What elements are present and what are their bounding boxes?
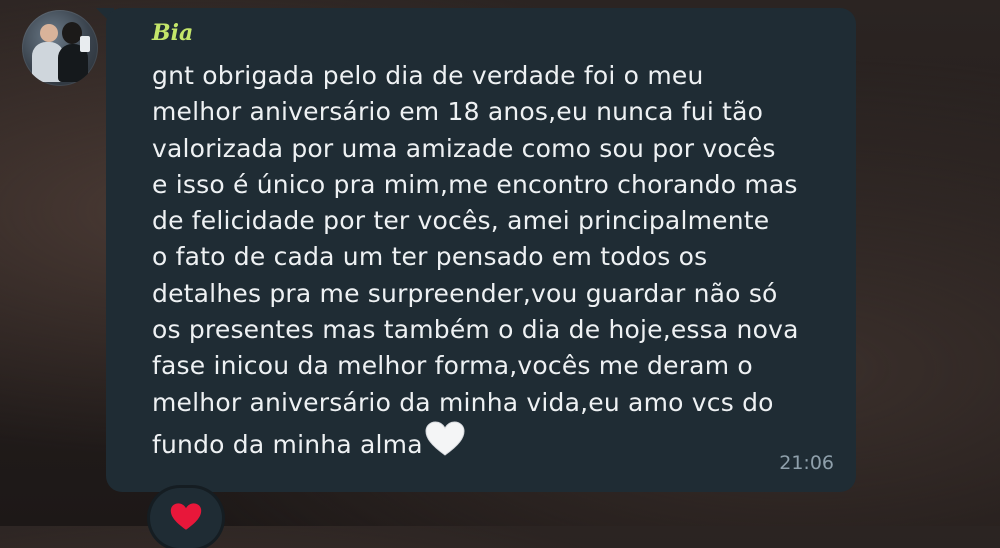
- message-line: detalhes pra me surpreender,vou guardar …: [152, 278, 778, 308]
- message-text[interactable]: gnt obrigada pelo dia de verdade foi o m…: [152, 58, 832, 467]
- message-line: o fato de cada um ter pensado em todos o…: [152, 242, 708, 272]
- sender-name[interactable]: Bia: [152, 20, 193, 46]
- message-line: melhor aniversário da minha vida,eu amo …: [152, 387, 774, 417]
- white-heart-icon: [425, 421, 465, 467]
- message-line: os presentes mas também o dia de hoje,es…: [152, 315, 799, 345]
- message-line: e isso é único pra mim,me encontro chora…: [152, 169, 798, 199]
- avatar-phone: [80, 36, 90, 52]
- message-line: gnt obrigada pelo dia de verdade foi o m…: [152, 61, 704, 90]
- avatar-figure-1: [40, 24, 58, 42]
- message-line: valorizada por uma amizade como sou por …: [152, 133, 776, 163]
- avatar-figure-2: [62, 22, 82, 44]
- sender-avatar[interactable]: [22, 10, 98, 86]
- message-line: fase inicou da melhor forma,vocês me der…: [152, 351, 753, 381]
- message-line-last: fundo da minha alma: [152, 421, 832, 467]
- message-line: melhor aniversário em 18 anos,eu nunca f…: [152, 97, 764, 127]
- message-line: de felicidade por ter vocês, amei princi…: [152, 206, 770, 236]
- reaction-badge[interactable]: [150, 488, 222, 548]
- red-heart-icon: [170, 503, 202, 530]
- message-timestamp: 21:06: [779, 452, 834, 474]
- message-line: fundo da minha alma: [152, 429, 423, 459]
